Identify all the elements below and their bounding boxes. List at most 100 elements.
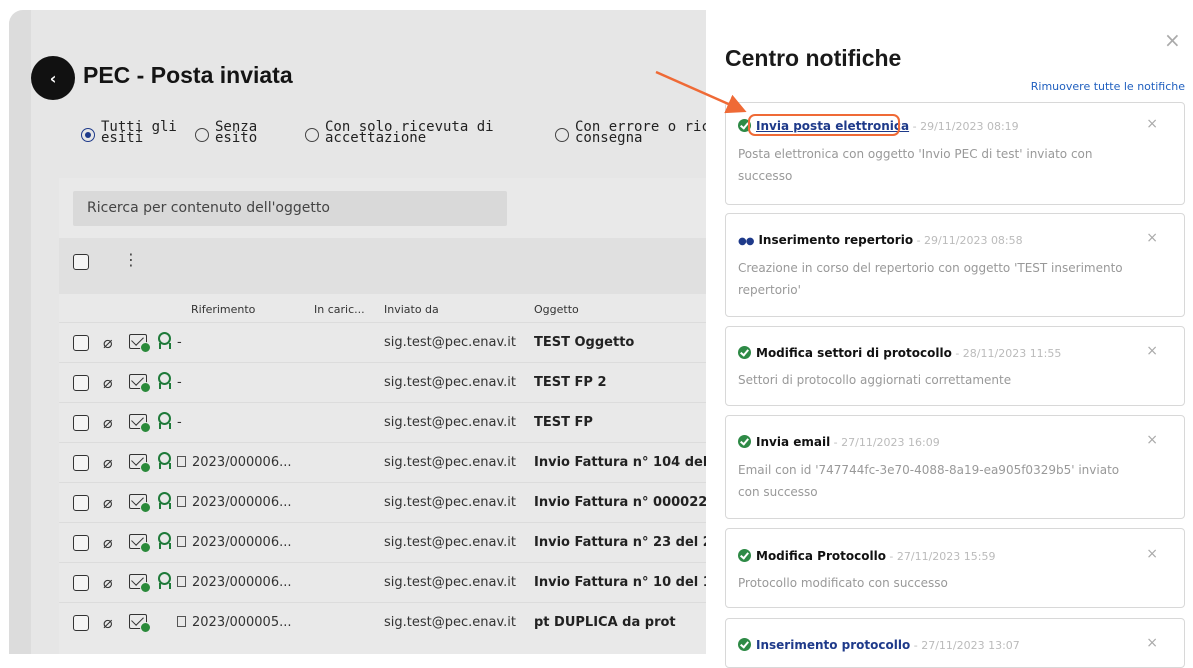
filter-no-outcome-radio[interactable]: Senza esito <box>195 120 257 145</box>
notification-title: Inserimento repertorio <box>758 233 914 247</box>
attachment-icon: ⌀ <box>103 333 113 352</box>
row-checkbox[interactable] <box>73 335 89 351</box>
table-row[interactable]: ⌀ - sig.test@pec.enav.it TEST Oggetto <box>59 322 729 362</box>
table-row[interactable]: ⌀ 2023/000006... sig.test@pec.enav.it In… <box>59 522 729 562</box>
row-subject: pt DUPLICA da prot <box>534 615 676 630</box>
column-header-oggetto[interactable]: Oggetto <box>534 303 579 316</box>
row-subject: TEST FP 2 <box>534 375 607 390</box>
table-row[interactable]: ⌀ - sig.test@pec.enav.it TEST FP 2 <box>59 362 729 402</box>
notification-date: - 27/11/2023 16:09 <box>830 436 940 449</box>
row-subject: Invio Fattura n° 104 del 18/ <box>534 455 729 470</box>
notification-header: Modifica Protocollo - 27/11/2023 15:59 <box>738 549 996 563</box>
row-reference: - <box>177 375 182 390</box>
row-checkbox[interactable] <box>73 375 89 391</box>
table-row[interactable]: ⌀ 2023/000006... sig.test@pec.enav.it In… <box>59 442 729 482</box>
row-sender: sig.test@pec.enav.it <box>384 335 516 350</box>
row-sender: sig.test@pec.enav.it <box>384 615 516 630</box>
dismiss-notification-icon[interactable]: × <box>1146 230 1158 246</box>
list-toolbar: ⋮ <box>59 238 729 294</box>
filter-radio-group: Tutti gli esiti Senza esito Con solo ricev… <box>81 120 781 162</box>
notification-date: - 27/11/2023 13:07 <box>910 639 1020 652</box>
row-checkbox[interactable] <box>73 575 89 591</box>
filter-acceptance-radio[interactable]: Con solo ricevuta di accettazione <box>305 120 494 145</box>
mail-receipt-icon <box>129 574 151 593</box>
document-icon <box>177 576 186 587</box>
dismiss-notification-icon[interactable]: × <box>1146 546 1158 562</box>
search-input[interactable]: Ricerca per contenuto dell'oggetto <box>73 191 507 226</box>
attachment-icon: ⌀ <box>103 533 113 552</box>
page-title: PEC - Posta inviata <box>83 62 293 88</box>
attachment-icon: ⌀ <box>103 493 113 512</box>
in-progress-icon: ●● <box>738 236 754 247</box>
row-checkbox[interactable] <box>73 495 89 511</box>
notification-header: Modifica settori di protocollo - 28/11/2… <box>738 346 1061 360</box>
check-circle-icon <box>738 346 751 359</box>
attachment-icon: ⌀ <box>103 453 113 472</box>
notification-date: - 29/11/2023 08:58 <box>913 234 1023 247</box>
row-reference: 2023/000006... <box>177 495 292 510</box>
notification-card: Invia email - 27/11/2023 16:09 × Email c… <box>725 415 1185 519</box>
column-header-inviato-da[interactable]: Inviato da <box>384 303 439 316</box>
ribbon-icon <box>157 332 171 350</box>
row-reference: 2023/000006... <box>177 535 292 550</box>
row-reference: 2023/000006... <box>177 455 292 470</box>
row-checkbox[interactable] <box>73 415 89 431</box>
table-row[interactable]: ⌀ 2023/000006... sig.test@pec.enav.it In… <box>59 482 729 522</box>
select-all-checkbox[interactable] <box>73 254 89 270</box>
row-sender: sig.test@pec.enav.it <box>384 455 516 470</box>
row-reference-text: 2023/000006... <box>192 455 292 470</box>
dismiss-notification-icon[interactable]: × <box>1146 116 1158 132</box>
notification-body: Email con id '747744fc-3e70-4088-8a19-ea… <box>738 463 1120 499</box>
radio-icon <box>555 128 569 142</box>
mail-receipt-icon <box>129 374 151 393</box>
check-circle-icon <box>738 638 751 651</box>
clear-all-notifications-link[interactable]: Rimuovere tutte le notifiche <box>1031 80 1185 93</box>
notification-title[interactable]: Inserimento protocollo <box>756 638 910 652</box>
notification-card: Inserimento protocollo - 27/11/2023 13:0… <box>725 618 1185 668</box>
attachment-icon: ⌀ <box>103 373 113 392</box>
filter-all-radio[interactable]: Tutti gli esiti <box>81 120 177 146</box>
dismiss-notification-icon[interactable]: × <box>1146 343 1158 359</box>
row-subject: TEST FP <box>534 415 593 430</box>
column-header-in-carico[interactable]: In caric... <box>314 303 365 316</box>
table-row[interactable]: ⌀ - sig.test@pec.enav.it TEST FP <box>59 402 729 442</box>
row-reference-text: 2023/000006... <box>192 535 292 550</box>
chevron-left-icon: ‹ <box>49 68 57 88</box>
row-reference: - <box>177 335 182 350</box>
row-checkbox[interactable] <box>73 535 89 551</box>
notification-body: Posta elettronica con oggetto 'Invio PEC… <box>738 147 1093 183</box>
annotation-arrow-icon <box>655 70 747 114</box>
row-subject: Invio Fattura n° 23 del 21/0 <box>534 535 729 550</box>
more-options-icon[interactable]: ⋮ <box>123 250 139 269</box>
notification-header: ●● Inserimento repertorio - 29/11/2023 08… <box>738 233 1023 247</box>
close-icon[interactable]: × <box>1164 28 1181 52</box>
row-reference-text: 2023/000006... <box>192 495 292 510</box>
row-checkbox[interactable] <box>73 615 89 631</box>
filter-label: consegna <box>575 130 643 146</box>
mail-receipt-icon <box>129 534 151 553</box>
annotation-highlight-box <box>748 114 900 136</box>
row-subject: TEST Oggetto <box>534 335 635 350</box>
document-icon <box>177 536 186 547</box>
attachment-icon: ⌀ <box>103 413 113 432</box>
table-row[interactable]: ⌀ 2023/000005... sig.test@pec.enav.it pt… <box>59 602 729 642</box>
column-header-riferimento[interactable]: Riferimento <box>191 303 255 316</box>
radio-icon <box>305 128 319 142</box>
ribbon-icon <box>157 372 171 390</box>
notification-card: Modifica Protocollo - 27/11/2023 15:59 ×… <box>725 528 1185 608</box>
attachment-icon: ⌀ <box>103 573 113 592</box>
notification-title: Modifica settori di protocollo <box>756 346 952 360</box>
ribbon-icon <box>157 412 171 430</box>
dismiss-notification-icon[interactable]: × <box>1146 635 1158 651</box>
attachment-icon: ⌀ <box>103 613 113 632</box>
filter-label: esiti <box>101 130 144 146</box>
mail-list-panel: Ricerca per contenuto dell'oggetto ⋮ Rif… <box>59 178 729 654</box>
notification-date: - 29/11/2023 08:19 <box>909 120 1019 133</box>
notification-body: Protocollo modificato con successo <box>738 576 948 590</box>
row-checkbox[interactable] <box>73 455 89 471</box>
table-row[interactable]: ⌀ 2023/000006... sig.test@pec.enav.it In… <box>59 562 729 602</box>
back-button[interactable]: ‹ <box>31 56 75 100</box>
dismiss-notification-icon[interactable]: × <box>1146 432 1158 448</box>
row-sender: sig.test@pec.enav.it <box>384 575 516 590</box>
notification-title: Invia email <box>756 435 831 449</box>
